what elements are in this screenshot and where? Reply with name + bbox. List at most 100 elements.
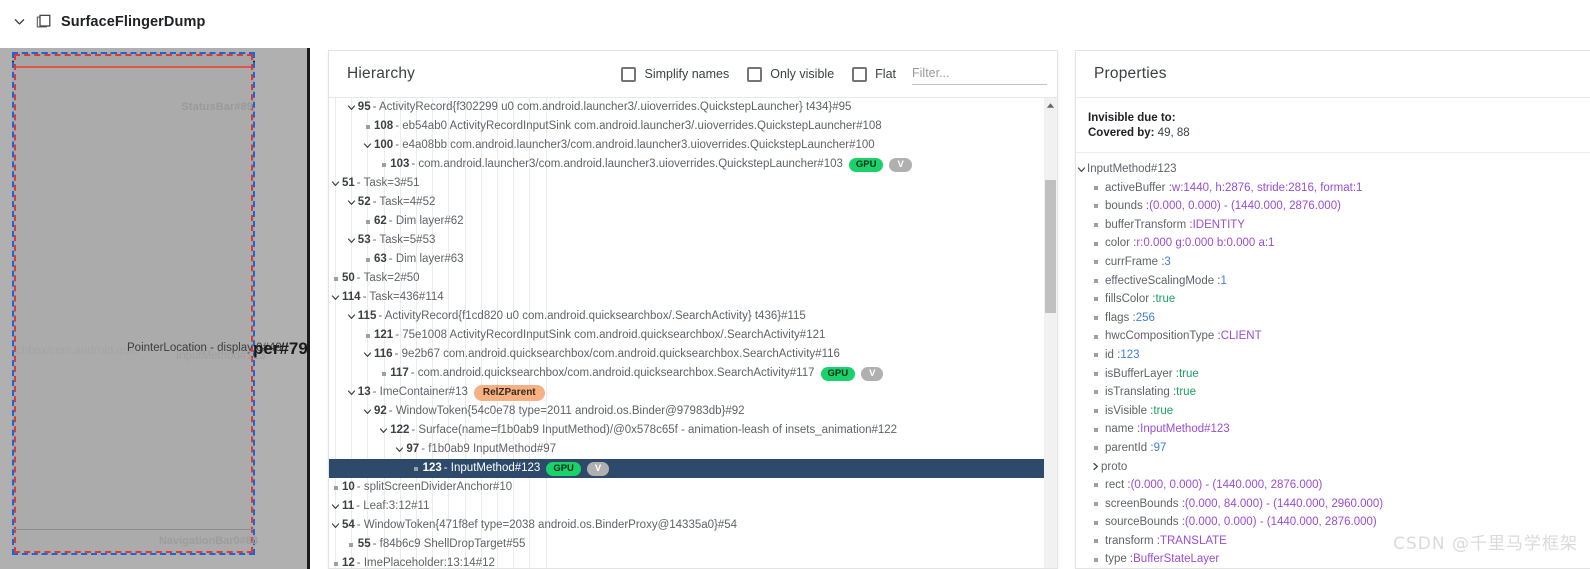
tree-twisty-expanded-icon[interactable] bbox=[345, 388, 358, 397]
property-row[interactable]: bufferTransform : IDENTITY bbox=[1076, 216, 1590, 235]
property-row[interactable]: flags : 256 bbox=[1076, 309, 1590, 328]
property-row[interactable]: proto bbox=[1076, 458, 1590, 477]
tree-twisty-expanded-icon[interactable] bbox=[345, 236, 358, 245]
filter-input[interactable] bbox=[912, 63, 1047, 85]
tree-row[interactable]: 51 - Task=3#51 bbox=[329, 174, 1057, 193]
checkbox-box-flat[interactable] bbox=[852, 66, 868, 82]
scrollbar-thumb[interactable] bbox=[1045, 180, 1056, 313]
property-row[interactable]: currFrame : 3 bbox=[1076, 253, 1590, 272]
device-preview-panel[interactable]: StatusBar#89 NavigationBar0#88 chbox/com… bbox=[0, 48, 310, 569]
tree-row[interactable]: 62 - Dim layer#62 bbox=[329, 212, 1057, 231]
tree-row[interactable]: 108 - eb54ab0 ActivityRecordInputSink co… bbox=[329, 117, 1057, 136]
tree-twisty-expanded-icon[interactable] bbox=[329, 293, 342, 302]
tree-twisty-expanded-icon[interactable] bbox=[329, 502, 342, 511]
tree-row[interactable]: 115 - ActivityRecord{f1cd820 u0 com.andr… bbox=[329, 307, 1057, 326]
property-key: name : bbox=[1105, 423, 1141, 436]
tree-row[interactable]: 13 - ImeContainer#13 RelZParent bbox=[329, 383, 1057, 402]
tree-row[interactable]: 117 - com.android.quicksearchbox/com.and… bbox=[329, 364, 1057, 383]
hierarchy-header: Hierarchy Simplify names Only visible Fl… bbox=[329, 51, 1057, 98]
device-screen[interactable] bbox=[12, 52, 255, 555]
tree-row[interactable]: 95 - ActivityRecord{f302299 u0 com.andro… bbox=[329, 98, 1057, 117]
tree-row[interactable]: 114 - Task=436#114 bbox=[329, 288, 1057, 307]
property-bullet-icon bbox=[1094, 409, 1098, 414]
tree-twisty-expanded-icon[interactable] bbox=[361, 141, 374, 150]
tree-row[interactable]: 63 - Dim layer#63 bbox=[329, 250, 1057, 269]
statusbar-red-divider bbox=[14, 66, 253, 68]
property-row[interactable]: fillsColor : true bbox=[1076, 290, 1590, 309]
properties-header: Properties bbox=[1076, 51, 1590, 98]
tree-row-label: - Task=436#114 bbox=[362, 291, 444, 303]
property-row[interactable]: isBufferLayer : true bbox=[1076, 365, 1590, 384]
invisible-due-to-label: Invisible due to: bbox=[1088, 112, 1176, 124]
property-key: isBufferLayer : bbox=[1105, 367, 1179, 380]
property-row[interactable]: name : InputMethod#123 bbox=[1076, 420, 1590, 439]
tree-twisty-expanded-icon[interactable] bbox=[361, 407, 374, 416]
property-bullet-icon bbox=[1094, 223, 1098, 228]
hierarchy-tree[interactable]: 95 - ActivityRecord{f302299 u0 com.andro… bbox=[329, 98, 1057, 568]
tree-twisty-expanded-icon[interactable] bbox=[345, 312, 358, 321]
properties-list[interactable]: InputMethod#123 activeBuffer : w:1440, h:… bbox=[1076, 153, 1590, 569]
tree-row[interactable]: 11 - Leaf:3:12#11 bbox=[329, 497, 1057, 516]
property-row[interactable]: bounds : (0.000, 0.000) - (1440.000, 287… bbox=[1076, 197, 1590, 216]
property-row[interactable]: isTranslating : true bbox=[1076, 383, 1590, 402]
checkbox-box-only-visible[interactable] bbox=[747, 66, 763, 82]
tree-row-label: - ImeContainer#13 bbox=[372, 386, 468, 398]
tree-twisty-expanded-icon[interactable] bbox=[361, 350, 374, 359]
tree-row[interactable]: 52 - Task=4#52 bbox=[329, 193, 1057, 212]
chevron-down-icon[interactable] bbox=[6, 9, 32, 35]
tree-twisty-expanded-icon[interactable] bbox=[345, 198, 358, 207]
hierarchy-tree-viewport[interactable]: 95 - ActivityRecord{f302299 u0 com.andro… bbox=[329, 98, 1057, 568]
tree-row[interactable]: 92 - WindowToken{54c0e78 type=2011 andro… bbox=[329, 402, 1057, 421]
property-key: fillsColor : bbox=[1105, 293, 1156, 306]
property-value: (0.000, 84.000) - (1440.000, 2960.000) bbox=[1184, 497, 1384, 510]
properties-twisty-collapsed-icon[interactable] bbox=[1090, 462, 1101, 471]
tree-row-id: 10 bbox=[342, 481, 355, 493]
tree-row[interactable]: 121 - 75e1008 ActivityRecordInputSink co… bbox=[329, 326, 1057, 345]
scroll-up-arrow-icon[interactable] bbox=[1044, 100, 1057, 111]
tree-row[interactable]: 54 - WindowToken{471f8ef type=2038 andro… bbox=[329, 516, 1057, 535]
tree-row[interactable]: 97 - f1b0ab9 InputMethod#97 bbox=[329, 440, 1057, 459]
properties-panel: Properties Invisible due to: Covered by:… bbox=[1075, 50, 1590, 569]
invisible-reason-block: Invisible due to: Covered by: 49, 88 bbox=[1076, 98, 1590, 153]
checkbox-only-visible[interactable]: Only visible bbox=[747, 66, 834, 82]
property-row[interactable]: parentId : 97 bbox=[1076, 439, 1590, 458]
tree-row[interactable]: 55 - f84b6c9 ShellDropTarget#55 bbox=[329, 535, 1057, 554]
property-row[interactable]: screenBounds : (0.000, 84.000) - (1440.0… bbox=[1076, 495, 1590, 514]
property-row[interactable]: activeBuffer : w:1440, h:2876, stride:28… bbox=[1076, 179, 1590, 198]
property-value: IDENTITY bbox=[1192, 218, 1245, 231]
tree-row-selected[interactable]: 123 - InputMethod#123 GPU V bbox=[329, 459, 1057, 478]
tree-row-id: 114 bbox=[342, 291, 361, 303]
tree-row[interactable]: 12 - ImePlaceholder:13:14#12 bbox=[329, 554, 1057, 568]
preview-right-edge bbox=[307, 48, 310, 569]
tree-twisty-expanded-icon[interactable] bbox=[393, 445, 406, 454]
tree-row[interactable]: 100 - e4a08bb com.android.launcher3/com.… bbox=[329, 136, 1057, 155]
tree-row[interactable]: 116 - 9e2b67 com.android.quicksearchbox/… bbox=[329, 345, 1057, 364]
checkbox-flat[interactable]: Flat bbox=[852, 66, 896, 82]
checkbox-simplify-names[interactable]: Simplify names bbox=[621, 66, 729, 82]
tree-row-label: - Task=3#51 bbox=[356, 177, 420, 189]
tree-row[interactable]: 53 - Task=5#53 bbox=[329, 231, 1057, 250]
tree-twisty-expanded-icon[interactable] bbox=[329, 179, 342, 188]
tree-row[interactable]: 50 - Task=2#50 bbox=[329, 269, 1057, 288]
tree-row-id: 100 bbox=[374, 139, 394, 151]
property-key: isTranslating : bbox=[1105, 386, 1177, 399]
properties-root-row[interactable]: InputMethod#123 bbox=[1076, 160, 1590, 179]
tree-twisty-expanded-icon[interactable] bbox=[329, 521, 342, 530]
tree-twisty-expanded-icon[interactable] bbox=[377, 426, 390, 435]
hierarchy-scrollbar[interactable] bbox=[1044, 98, 1057, 568]
property-key: bufferTransform : bbox=[1105, 218, 1193, 231]
property-row[interactable]: rect : (0.000, 0.000) - (1440.000, 2876.… bbox=[1076, 476, 1590, 495]
property-row[interactable]: effectiveScalingMode : 1 bbox=[1076, 272, 1590, 291]
checkbox-box-simplify-names[interactable] bbox=[621, 66, 637, 82]
property-row[interactable]: id : 123 bbox=[1076, 346, 1590, 365]
property-row[interactable]: hwcCompositionType : CLIENT bbox=[1076, 327, 1590, 346]
properties-twisty-expanded-icon[interactable] bbox=[1076, 165, 1087, 174]
tree-leaf-bullet-icon bbox=[329, 277, 342, 281]
tree-twisty-expanded-icon[interactable] bbox=[345, 103, 358, 112]
property-row[interactable]: color : r:0.000 g:0.000 b:0.000 a:1 bbox=[1076, 234, 1590, 253]
property-row[interactable]: isVisible : true bbox=[1076, 402, 1590, 421]
tree-row[interactable]: 10 - splitScreenDividerAnchor#10 bbox=[329, 478, 1057, 497]
tree-row[interactable]: 103 - com.android.launcher3/com.android.… bbox=[329, 155, 1057, 174]
tree-row-label: - f84b6c9 ShellDropTarget#55 bbox=[372, 538, 526, 550]
tree-row[interactable]: 122 - Surface(name=f1b0ab9 InputMethod)/… bbox=[329, 421, 1057, 440]
